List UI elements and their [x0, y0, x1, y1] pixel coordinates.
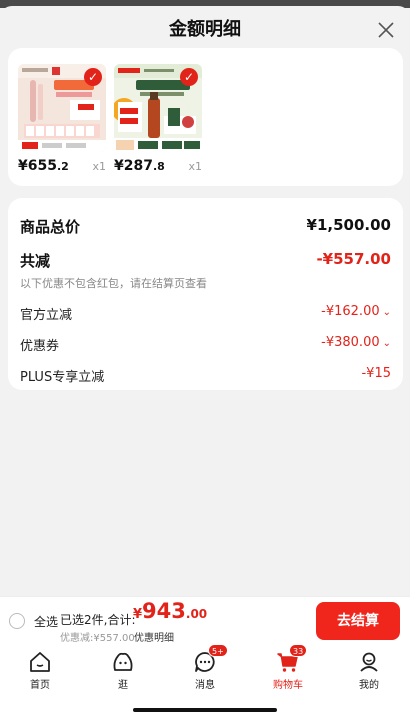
total-amount: ¥943.00 [133, 599, 208, 623]
price-summary-card: 商品总价 ¥1,500.00 共减 -¥557.00 以下优惠不包含红包，请在结… [8, 198, 403, 390]
goods-total-value: ¥1,500.00 [306, 216, 391, 234]
message-badge: 5+ [208, 644, 228, 657]
tab-cart[interactable]: 33 购物车 [258, 644, 318, 696]
tab-browse[interactable]: 逛 [93, 648, 153, 696]
chevron-down-icon[interactable]: ⌄ [383, 307, 391, 318]
reduce-note: 以下优惠不包含红包，请在结算页查看 [20, 277, 207, 290]
tab-messages-label: 消息 [195, 680, 215, 691]
settlement-bar: 全选 已选2件,合计: ¥943.00 优惠减:¥557.00 优惠明细 去结算 [0, 596, 410, 648]
select-all-label[interactable]: 全选 [34, 613, 58, 630]
reduce-value: -¥557.00 [316, 250, 391, 268]
home-icon [30, 652, 50, 672]
official-discount-label: 官方立减 [20, 308, 73, 323]
product-item-2[interactable]: ✓ ¥287.8 x1 [114, 64, 202, 174]
coupon-value: -¥380.00 ⌄ [321, 335, 391, 350]
tab-home[interactable]: 首页 [10, 648, 70, 696]
official-discount-value: -¥162.00 ⌄ [321, 304, 391, 319]
product-qty-1: x1 [92, 160, 106, 173]
tab-browse-label: 逛 [118, 680, 128, 691]
reduce-label: 共减 [20, 252, 51, 270]
checkout-button[interactable]: 去结算 [316, 602, 400, 640]
sheet-header: 金额明细 [0, 6, 410, 54]
product-item-1[interactable]: ✓ ¥655.2 x1 [18, 64, 106, 174]
plus-discount-label: PLUS专享立减 [20, 370, 105, 385]
profile-icon [360, 652, 378, 672]
selected-count-text: 已选2件,合计: [60, 613, 136, 627]
product-price-2: ¥287.8 [114, 158, 165, 174]
discount-summary: 优惠减:¥557.00 [60, 633, 135, 644]
tab-cart-label: 购物车 [273, 680, 303, 691]
product-qty-2: x1 [188, 160, 202, 173]
cart-badge: 33 [289, 644, 308, 657]
tab-home-label: 首页 [30, 680, 50, 691]
selected-check-icon: ✓ [180, 68, 198, 86]
product-image-2[interactable]: ✓ [114, 64, 202, 152]
browse-face-icon [113, 652, 133, 671]
discount-detail-link[interactable]: 优惠明细 [134, 629, 174, 644]
tab-profile-label: 我的 [359, 680, 379, 691]
product-image-1[interactable]: ✓ [18, 64, 106, 152]
select-all-radio[interactable] [9, 613, 25, 629]
tab-profile[interactable]: 我的 [339, 648, 399, 696]
product-card: ✓ ¥655.2 x1 ✓ ¥287.8 x1 [8, 48, 403, 186]
chevron-down-icon[interactable]: ⌄ [383, 338, 391, 349]
coupon-label: 优惠券 [20, 339, 60, 354]
close-icon[interactable] [376, 20, 396, 40]
home-indicator [133, 708, 277, 712]
goods-total-label: 商品总价 [20, 218, 81, 236]
sheet-title: 金额明细 [169, 19, 241, 40]
tab-messages[interactable]: 5+ 消息 [175, 644, 235, 696]
plus-discount-value: -¥15 [361, 366, 391, 381]
selected-check-icon: ✓ [84, 68, 102, 86]
product-price-1: ¥655.2 [18, 158, 69, 174]
